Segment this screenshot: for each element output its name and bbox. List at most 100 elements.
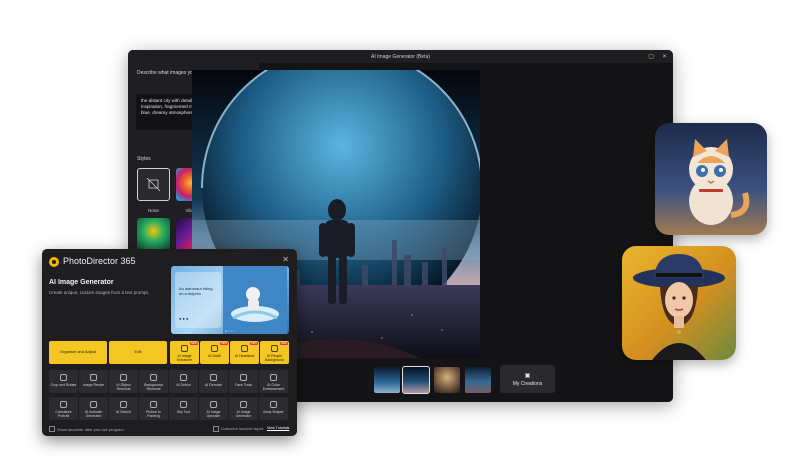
tile-ai-image-generator[interactable]: AI Image Generator bbox=[229, 397, 258, 420]
tile-label: AI Image Enhancer bbox=[177, 354, 192, 362]
tile-label: Crop and Rotate bbox=[50, 383, 77, 387]
tile-background-removal[interactable]: Background Removal bbox=[139, 370, 168, 393]
tile-face-tools[interactable]: Face Tools bbox=[229, 370, 258, 393]
checkbox[interactable] bbox=[49, 426, 55, 432]
portrait-image-card bbox=[622, 246, 736, 360]
tile-ai-sketch[interactable]: AI Sketch bbox=[109, 397, 138, 420]
tile-ai-image-upscaler[interactable]: AI Image Upscaler bbox=[199, 397, 228, 420]
tile-crop-rotate[interactable]: Crop and Rotate bbox=[49, 370, 78, 393]
feature-banner[interactable]: An astronaut riding on a dolphin ● ● ● ●… bbox=[171, 266, 289, 334]
tile-label: Picture to Painting bbox=[146, 410, 161, 418]
tile-caricature-portrait[interactable]: Caricature Portrait bbox=[49, 397, 78, 420]
tile-ai-outfit[interactable]: NEW AI Outfit bbox=[200, 341, 229, 364]
no-image-icon bbox=[146, 177, 161, 192]
animate-icon bbox=[90, 401, 97, 408]
sketch-icon bbox=[120, 401, 127, 408]
tile-label: Body Shaper bbox=[263, 410, 284, 414]
customize-layout-label: Customize launcher layout bbox=[221, 427, 264, 431]
launcher-brand: PhotoDirector 365 bbox=[63, 256, 136, 266]
gallery-icon: ▣ bbox=[524, 372, 531, 379]
face-icon bbox=[240, 374, 247, 381]
view-tutorials-link[interactable]: View Tutorials bbox=[267, 426, 289, 430]
thumbnail-3[interactable] bbox=[434, 367, 460, 393]
sky-icon bbox=[180, 401, 187, 408]
tile-label: Face Tools bbox=[235, 383, 252, 387]
tile-ai-animate-generator[interactable]: AI Animate Generator bbox=[79, 397, 108, 420]
resize-icon bbox=[90, 374, 97, 381]
banner-generate-dots: ● ● ● bbox=[179, 316, 189, 321]
cat-image-card bbox=[655, 123, 767, 235]
checkbox[interactable] bbox=[213, 426, 219, 432]
tile-ai-image-enhancer[interactable]: NEW AI Image Enhancer bbox=[170, 341, 199, 364]
astronaut-dolphin-image bbox=[223, 266, 287, 334]
tile-label: AI Denoise bbox=[204, 383, 223, 387]
close-icon[interactable]: ✕ bbox=[282, 255, 289, 264]
tile-label: AI Headshot bbox=[234, 354, 255, 358]
show-launcher-label: Show launcher after you use program bbox=[57, 426, 124, 432]
style-tile-ferris[interactable] bbox=[137, 218, 170, 251]
generator-icon bbox=[240, 401, 247, 408]
tile-label: Image Resize bbox=[82, 383, 105, 387]
window-title: AI Image Generator (Beta) bbox=[371, 53, 430, 60]
background-icon bbox=[150, 374, 157, 381]
tile-label: AI Image Upscaler bbox=[206, 410, 221, 418]
people-background-icon bbox=[271, 345, 278, 352]
tile-image-resize[interactable]: Image Resize bbox=[79, 370, 108, 393]
new-badge: NEW bbox=[189, 342, 198, 345]
tile-organize-adjust[interactable]: Organize and Adjust bbox=[49, 341, 107, 364]
tile-label: AI Outfit bbox=[208, 354, 221, 358]
tile-ai-headshot[interactable]: NEW AI Headshot bbox=[230, 341, 259, 364]
thumbnail-4[interactable] bbox=[465, 367, 491, 393]
portrait-illustration bbox=[633, 254, 725, 360]
deblur-icon bbox=[180, 374, 187, 381]
upscale-icon bbox=[210, 401, 217, 408]
headshot-icon bbox=[241, 345, 248, 352]
tile-label: AI Image Generator bbox=[235, 410, 252, 418]
painting-icon bbox=[150, 401, 157, 408]
outfit-icon bbox=[211, 345, 218, 352]
style-tile-none[interactable] bbox=[137, 168, 170, 201]
tile-label: AI Animate Generator bbox=[85, 410, 102, 418]
caricature-icon bbox=[60, 401, 67, 408]
tile-label: Background Removal bbox=[144, 383, 163, 391]
photodirector-logo bbox=[49, 257, 59, 267]
tile-label: Edit bbox=[134, 349, 142, 354]
new-badge: NEW bbox=[279, 342, 288, 345]
launcher-subheading: Create unique, custom images from a text… bbox=[49, 290, 150, 295]
denoise-icon bbox=[210, 374, 217, 381]
tile-label: Caricature Portrait bbox=[55, 410, 72, 418]
new-badge: NEW bbox=[249, 342, 258, 345]
tile-ai-object-removal[interactable]: AI Object Removal bbox=[109, 370, 138, 393]
color-icon bbox=[270, 374, 277, 381]
tile-label: AI Deblur bbox=[176, 383, 191, 387]
title-bar: AI Image Generator (Beta) ▢ ✕ bbox=[128, 50, 673, 64]
crop-icon bbox=[60, 374, 67, 381]
tile-sky-tool[interactable]: Sky Tool bbox=[169, 397, 198, 420]
tile-label: Sky Tool bbox=[176, 410, 191, 414]
tile-label: AI Object Removal bbox=[116, 383, 131, 391]
tile-edit[interactable]: Edit bbox=[109, 341, 167, 364]
customize-layout-option[interactable]: Customize launcher layout bbox=[213, 426, 263, 432]
tile-ai-denoise[interactable]: AI Denoise bbox=[199, 370, 228, 393]
thumbnail-1[interactable] bbox=[374, 367, 400, 393]
show-launcher-option[interactable]: Show launcher after you use program bbox=[49, 426, 124, 432]
banner-prompt-text: An astronaut riding on a dolphin bbox=[179, 286, 213, 296]
thumbnail-2-selected[interactable] bbox=[402, 366, 430, 394]
body-icon bbox=[270, 401, 277, 408]
tile-picture-to-painting[interactable]: Picture to Painting bbox=[139, 397, 168, 420]
new-badge: NEW bbox=[219, 342, 228, 345]
maximize-icon[interactable]: ▢ bbox=[648, 53, 654, 60]
my-creations-label: My Creations bbox=[512, 380, 543, 387]
banner-pager[interactable]: ● ○ ○ ○ bbox=[225, 329, 235, 333]
tile-ai-people-background[interactable]: NEW AI People Background bbox=[260, 341, 289, 364]
tile-ai-color-enhancement[interactable]: AI Color Enhancement bbox=[259, 370, 288, 393]
tile-ai-deblur[interactable]: AI Deblur bbox=[169, 370, 198, 393]
eraser-icon bbox=[120, 374, 127, 381]
close-icon[interactable]: ✕ bbox=[662, 53, 667, 60]
tile-label: Organize and Adjust bbox=[59, 349, 97, 354]
my-creations-button[interactable]: ▣ My Creations bbox=[500, 365, 555, 393]
tile-body-shaper[interactable]: Body Shaper bbox=[259, 397, 288, 420]
tile-label: AI Sketch bbox=[116, 410, 131, 414]
tile-label: AI Color Enhancement bbox=[262, 383, 285, 391]
style-label-none: None bbox=[148, 208, 159, 213]
